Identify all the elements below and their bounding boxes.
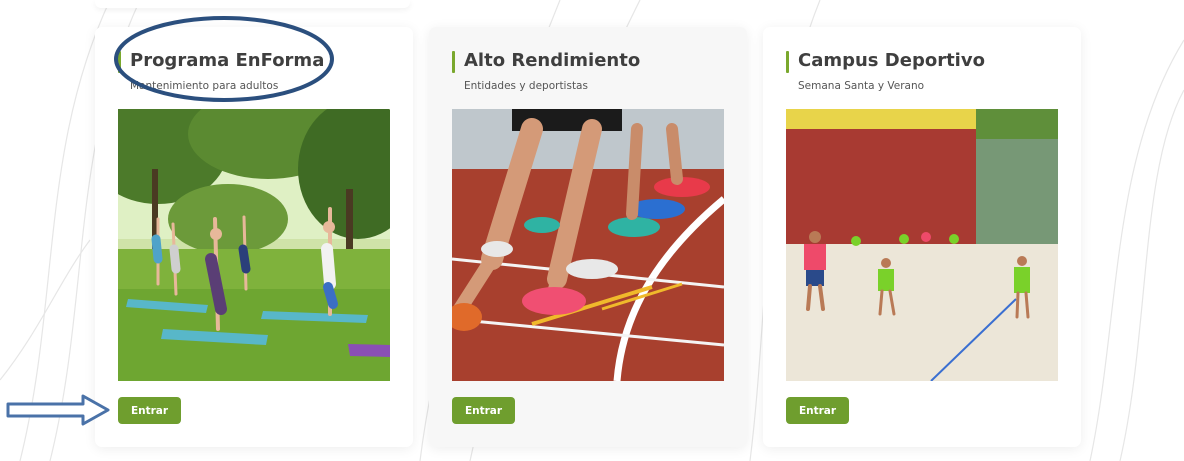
enter-button[interactable]: Entrar <box>452 397 515 424</box>
card-subtitle: Semana Santa y Verano <box>798 80 925 92</box>
card-title: Campus Deportivo <box>798 50 985 71</box>
card-title: Alto Rendimiento <box>464 50 641 71</box>
title-accent-bar <box>452 51 455 73</box>
card-subtitle: Entidades y deportistas <box>464 80 588 92</box>
program-card-campus-deportivo: Campus Deportivo Semana Santa y Verano E… <box>763 27 1081 447</box>
previous-card-bottom-edge <box>95 0 410 8</box>
card-title: Programa EnForma <box>130 50 325 71</box>
program-card-alto-rendimiento: Alto Rendimiento Entidades y deportistas <box>429 27 747 447</box>
card-subtitle: Mantenimiento para adultos <box>130 80 279 92</box>
title-accent-bar <box>118 51 121 73</box>
yoga-park-image <box>118 109 390 381</box>
enter-button[interactable]: Entrar <box>118 397 181 424</box>
sand-court-image <box>786 109 1058 381</box>
enter-button[interactable]: Entrar <box>786 397 849 424</box>
title-accent-bar <box>786 51 789 73</box>
athletics-track-image <box>452 109 724 381</box>
program-card-enforma: Programa EnForma Mantenimiento para adul… <box>95 27 413 447</box>
